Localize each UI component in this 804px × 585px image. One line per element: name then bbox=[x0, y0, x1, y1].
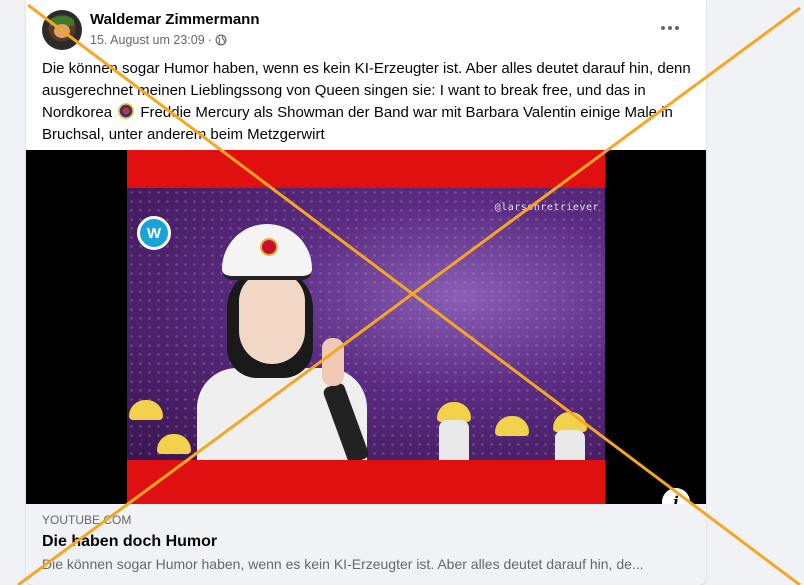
post-timestamp[interactable]: 15. August um 23:09 bbox=[90, 33, 205, 47]
more-dot-icon bbox=[668, 26, 672, 30]
avatar-face bbox=[54, 24, 70, 38]
link-source: YOUTUBE.COM bbox=[42, 513, 132, 527]
link-description: Die können sogar Humor haben, wenn es ke… bbox=[42, 556, 644, 572]
info-button[interactable]: i bbox=[662, 488, 690, 504]
post-text: Die können sogar Humor haben, wenn es ke… bbox=[42, 58, 692, 146]
more-dot-icon bbox=[661, 26, 665, 30]
video-watermark: @larsonretriever bbox=[494, 202, 599, 213]
post-card: Waldemar Zimmermann 15. August um 23:09 … bbox=[26, 0, 706, 585]
choir-member bbox=[439, 420, 469, 460]
choir-member bbox=[555, 430, 585, 460]
author-name[interactable]: Waldemar Zimmermann bbox=[90, 11, 260, 28]
video-thumbnail[interactable]: @larsonretriever W i bbox=[26, 150, 706, 504]
channel-logo-icon: W bbox=[137, 216, 171, 250]
north-korea-flag-icon bbox=[118, 103, 135, 119]
post-header: Waldemar Zimmermann 15. August um 23:09 … bbox=[26, 0, 706, 56]
post-text-part-2: Freddie Mercury als Showman der Band war… bbox=[42, 104, 673, 143]
singer-face bbox=[239, 272, 305, 364]
link-preview[interactable]: YOUTUBE.COM Die haben doch Humor Die kön… bbox=[26, 504, 706, 585]
hat-badge-icon bbox=[260, 238, 278, 256]
video-frame: @larsonretriever W bbox=[127, 150, 605, 504]
link-title[interactable]: Die haben doch Humor bbox=[42, 533, 217, 551]
avatar[interactable] bbox=[42, 10, 82, 50]
meta-separator: · bbox=[207, 33, 212, 47]
singer-hand bbox=[322, 338, 344, 386]
post-meta: 15. August um 23:09 · bbox=[90, 33, 227, 47]
more-options-button[interactable] bbox=[658, 16, 682, 40]
globe-icon bbox=[215, 34, 227, 46]
video-stage: @larsonretriever W bbox=[127, 188, 605, 460]
more-dot-icon bbox=[675, 26, 679, 30]
